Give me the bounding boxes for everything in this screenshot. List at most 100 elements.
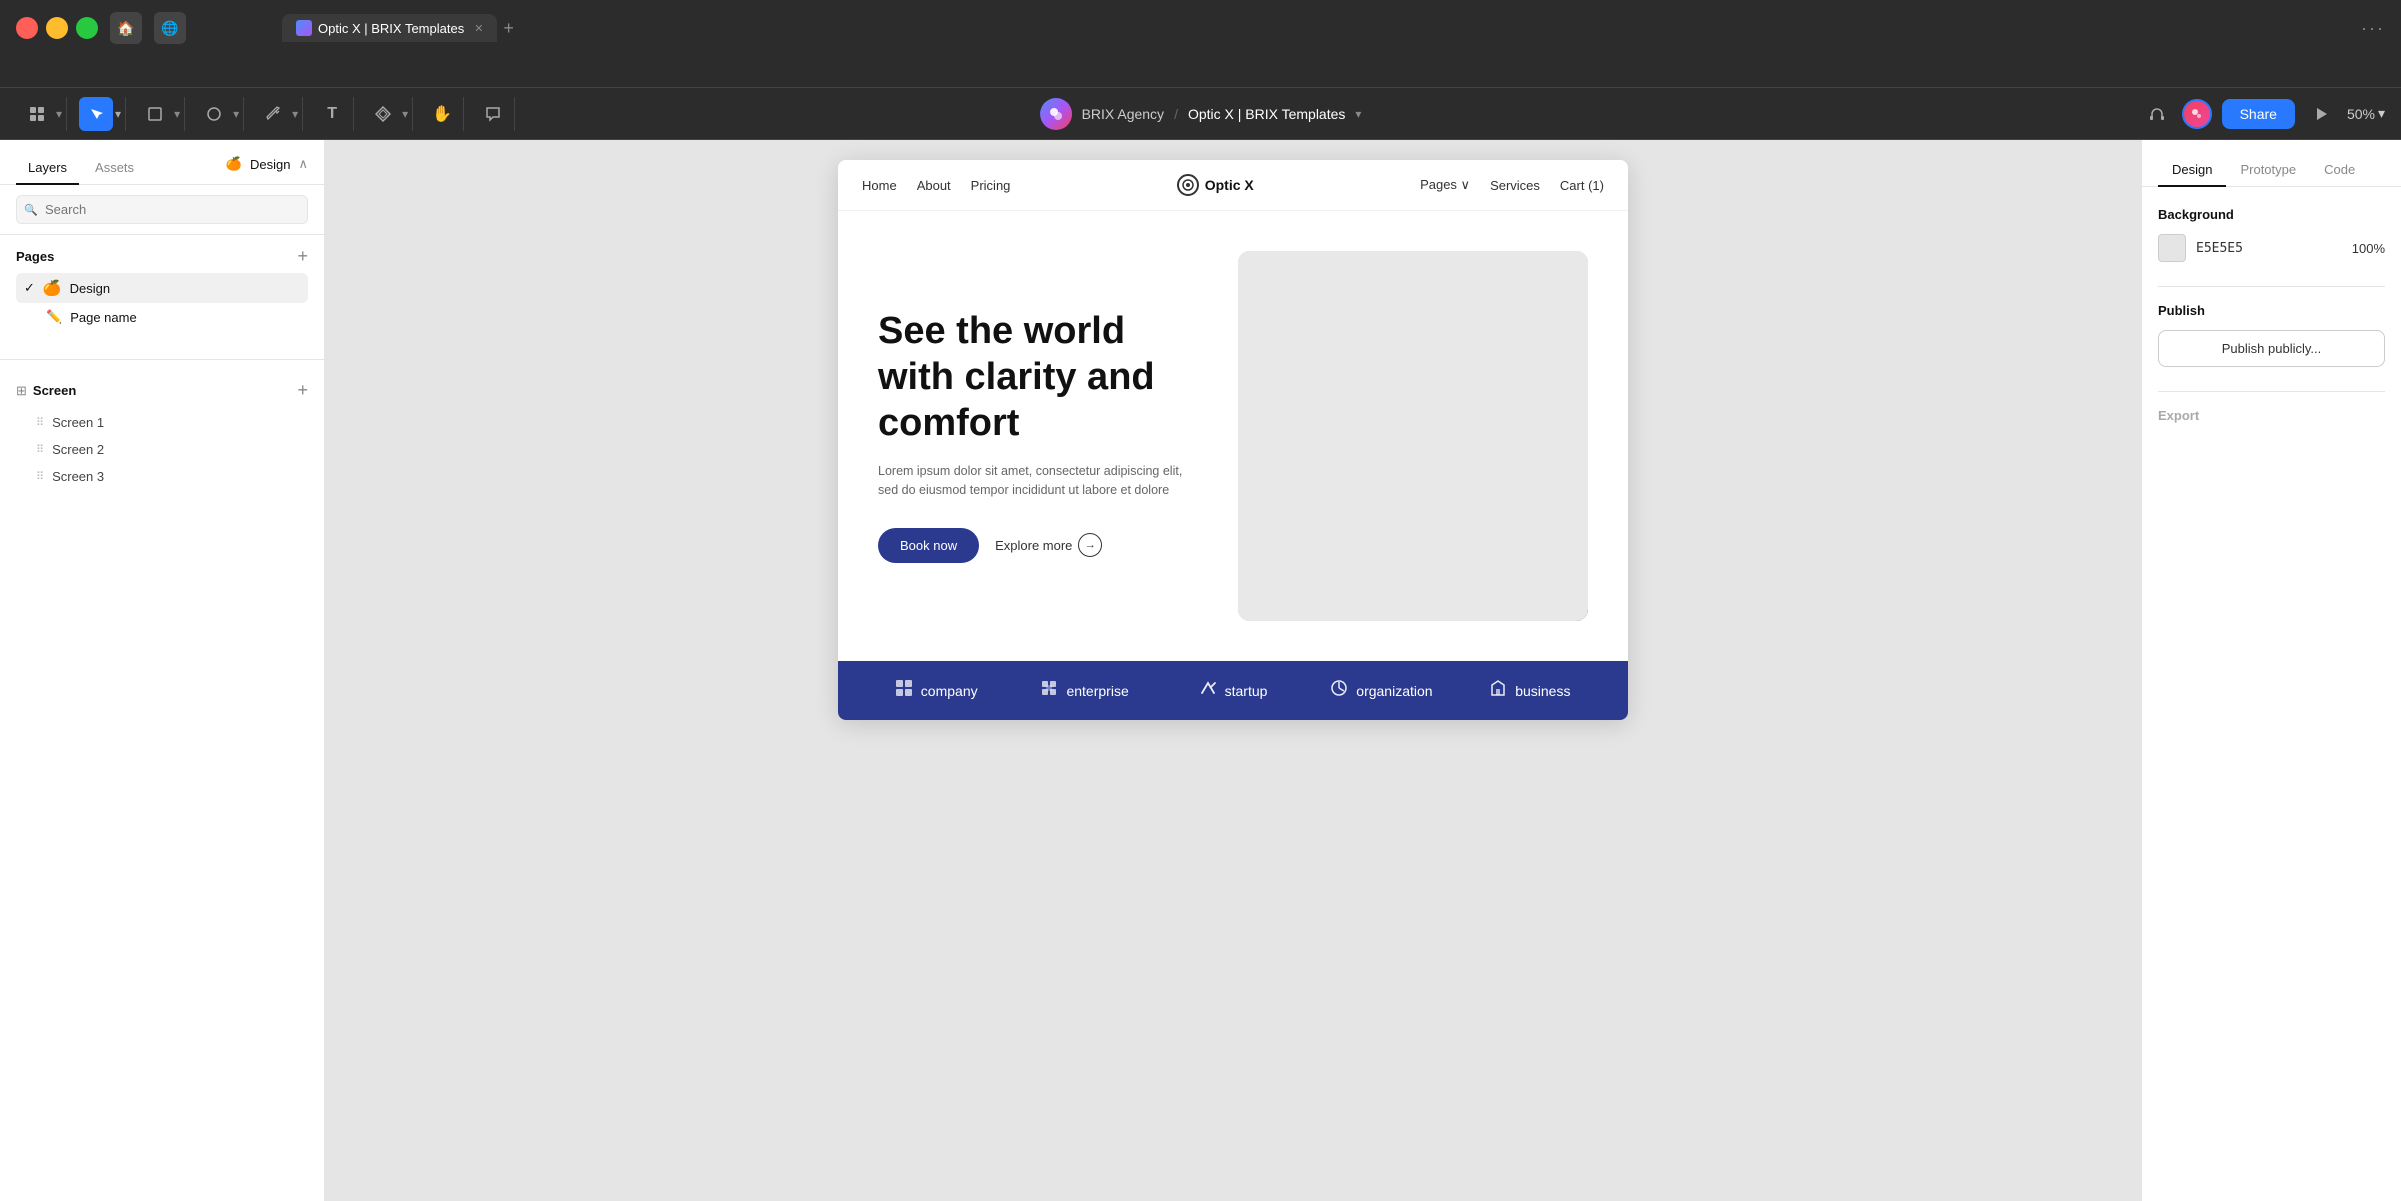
right-panel-tabs: Design Prototype Code	[2142, 140, 2401, 187]
select-tool-button[interactable]	[79, 97, 113, 131]
page-item-design[interactable]: ✓ 🍊 Design	[16, 273, 308, 303]
screen-item-2[interactable]: ⠿ Screen 2	[16, 436, 308, 463]
close-button[interactable]	[16, 17, 38, 39]
screen-item-3[interactable]: ⠿ Screen 3	[16, 463, 308, 490]
home-button[interactable]: 🏠	[110, 12, 142, 44]
site-nav: Home About Pricing Optic X Pages ∨ S	[838, 160, 1628, 211]
tool-group-shape: ▾	[193, 97, 244, 131]
nav-link-cart[interactable]: Cart (1)	[1560, 178, 1604, 193]
tab-close-button[interactable]: ✕	[474, 22, 483, 35]
site-nav-left-links: Home About Pricing	[862, 178, 1010, 193]
pages-title: Pages	[16, 249, 54, 264]
component-tool-button[interactable]	[366, 97, 400, 131]
background-section-title: Background	[2158, 207, 2385, 222]
share-button[interactable]: Share	[2222, 99, 2295, 129]
background-opacity-value[interactable]: 100%	[2352, 241, 2385, 256]
tab-assets[interactable]: Assets	[83, 152, 146, 185]
text-tool-button[interactable]: T	[315, 97, 349, 131]
pen-caret: ▾	[292, 107, 298, 121]
play-button[interactable]	[2305, 98, 2337, 130]
category-organization[interactable]: organization	[1307, 679, 1455, 702]
fullscreen-button[interactable]	[76, 17, 98, 39]
browser-chrome: 🏠 🌐 Optic X | BRIX Templates ✕ + ···	[0, 0, 2401, 88]
grid-tool-button[interactable]	[20, 97, 54, 131]
new-tab-button[interactable]: +	[503, 18, 514, 39]
search-input[interactable]	[16, 195, 308, 224]
startup-label: startup	[1225, 683, 1268, 699]
zoom-value: 50%	[2347, 106, 2375, 122]
panel-tabs: Layers Assets 🍊 Design ∧	[0, 140, 324, 185]
tab-design[interactable]: Design	[2158, 154, 2226, 187]
enterprise-label: enterprise	[1066, 683, 1128, 699]
screen-item-1[interactable]: ⠿ Screen 1	[16, 409, 308, 436]
background-color-swatch[interactable]	[2158, 234, 2186, 262]
publish-button[interactable]: Publish publicly...	[2158, 330, 2385, 367]
company-icon	[895, 679, 913, 702]
hero-text: See the world with clarity and comfort L…	[878, 309, 1208, 562]
tab-layers[interactable]: Layers	[16, 152, 79, 185]
organization-label: organization	[1356, 683, 1432, 699]
hero-title: See the world with clarity and comfort	[878, 309, 1188, 446]
select-tool-caret: ▾	[115, 107, 121, 121]
nav-link-home[interactable]: Home	[862, 178, 897, 193]
category-bar: company enterprise	[838, 661, 1628, 720]
explore-more-button[interactable]: Explore more →	[995, 533, 1102, 557]
globe-icon[interactable]: 🌐	[154, 12, 186, 44]
pages-add-button[interactable]: +	[297, 247, 308, 265]
user-avatar[interactable]	[2182, 99, 2212, 129]
browser-more-button[interactable]: ···	[2361, 18, 2385, 39]
pages-section-header: Pages +	[16, 247, 308, 265]
background-hex-value[interactable]: E5E5E5	[2196, 241, 2243, 256]
category-company[interactable]: company	[862, 679, 1010, 702]
page-edit-icon: ✏️	[46, 309, 62, 325]
tab-prototype[interactable]: Prototype	[2226, 154, 2310, 187]
explore-circle-icon: →	[1078, 533, 1102, 557]
category-startup[interactable]: startup	[1159, 679, 1307, 702]
category-business[interactable]: business	[1456, 679, 1604, 702]
canvas-area: Home About Pricing Optic X Pages ∨ S	[325, 140, 2141, 1201]
screen-section-header[interactable]: ⊞ Screen +	[16, 380, 308, 401]
nav-link-services[interactable]: Services	[1490, 178, 1540, 193]
screen-2-label: Screen 2	[52, 442, 104, 457]
nav-link-pricing[interactable]: Pricing	[971, 178, 1011, 193]
hand-tool-button[interactable]: ✋	[425, 97, 459, 131]
breadcrumb-separator: /	[1174, 106, 1178, 122]
page-design-label: Design	[70, 281, 110, 296]
tab-label: Optic X | BRIX Templates	[318, 21, 464, 36]
headphones-button[interactable]	[2142, 99, 2172, 129]
nav-link-pages[interactable]: Pages ∨	[1420, 177, 1470, 193]
tool-group-frame: ▾	[134, 97, 185, 131]
zoom-control[interactable]: 50% ▾	[2347, 105, 2385, 122]
tool-group-component: ▾	[362, 97, 413, 131]
page-item-name[interactable]: ✏️ Page name	[16, 303, 308, 331]
breadcrumb-caret-icon[interactable]: ▾	[1355, 107, 1361, 121]
minimize-button[interactable]	[46, 17, 68, 39]
panel-divider-2	[2158, 391, 2385, 392]
frame-tool-button[interactable]	[138, 97, 172, 131]
breadcrumb-agency: BRIX Agency	[1082, 106, 1165, 122]
shape-tool-button[interactable]	[197, 97, 231, 131]
panel-divider-1	[2158, 286, 2385, 287]
design-caret[interactable]: ∧	[298, 156, 308, 172]
nav-link-about[interactable]: About	[917, 178, 951, 193]
category-enterprise[interactable]: enterprise	[1010, 679, 1158, 702]
breadcrumb-page-name: Optic X | BRIX Templates	[1188, 106, 1345, 122]
active-tab[interactable]: Optic X | BRIX Templates ✕	[282, 14, 497, 42]
site-hero: See the world with clarity and comfort L…	[838, 211, 1628, 661]
tab-code[interactable]: Code	[2310, 154, 2369, 187]
section-divider	[0, 359, 324, 360]
website-preview: Home About Pricing Optic X Pages ∨ S	[838, 160, 1628, 720]
comment-tool-button[interactable]	[476, 97, 510, 131]
page-name-label: Page name	[70, 310, 137, 325]
business-icon	[1489, 679, 1507, 702]
company-label: company	[921, 683, 978, 699]
frame-caret: ▾	[174, 107, 180, 121]
screen-add-button[interactable]: +	[297, 380, 308, 401]
tool-group-pen: ▾	[252, 97, 303, 131]
pen-tool-button[interactable]	[256, 97, 290, 131]
background-color-row: E5E5E5 100%	[2158, 234, 2385, 262]
left-panel: Layers Assets 🍊 Design ∧ Pages + ✓	[0, 140, 325, 1201]
shape-caret: ▾	[233, 107, 239, 121]
site-nav-right: Pages ∨ Services Cart (1)	[1420, 177, 1604, 193]
book-now-button[interactable]: Book now	[878, 528, 979, 563]
